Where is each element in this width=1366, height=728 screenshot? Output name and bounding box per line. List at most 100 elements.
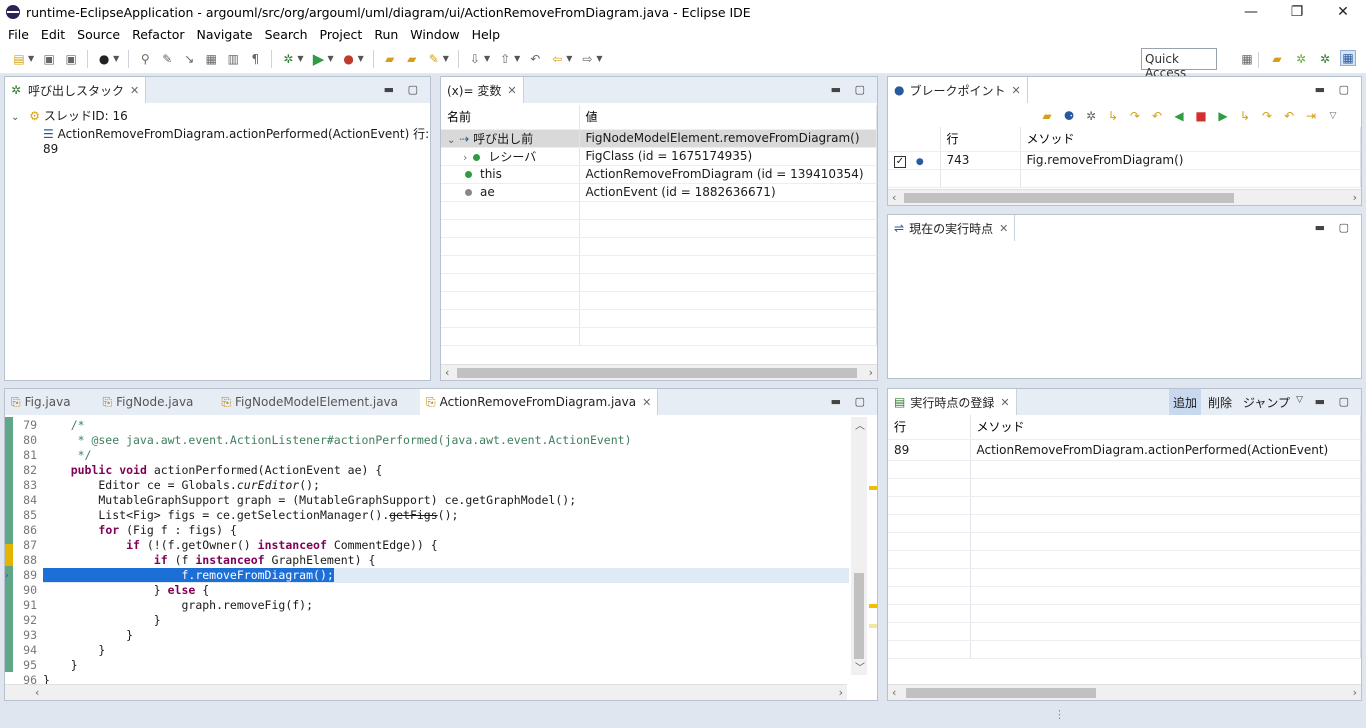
view-menu-icon[interactable]: ▽ <box>1325 108 1341 124</box>
new-icon[interactable]: ▤ <box>11 51 27 67</box>
horizontal-scrollbar[interactable]: ‹ › <box>888 684 1361 700</box>
column-header-line[interactable]: 行 <box>888 415 971 440</box>
menu-project[interactable]: Project <box>314 27 369 42</box>
minimize-icon[interactable]: ▬ <box>384 83 394 96</box>
code-line[interactable]: } <box>43 628 849 643</box>
column-header-name[interactable]: 名前 <box>441 105 580 130</box>
code-line[interactable]: if (!(f.getOwner() instanceof CommentEdg… <box>43 538 849 553</box>
maximize-icon[interactable]: ▢ <box>1339 221 1349 234</box>
minimize-icon[interactable]: ▬ <box>831 83 841 96</box>
quick-access-field[interactable]: Quick Access <box>1141 48 1217 80</box>
chevron-right-icon[interactable]: › <box>463 151 467 164</box>
terminate-icon[interactable]: ■ <box>1193 108 1209 124</box>
tab-exec-log[interactable]: ▤ 実行時点の登録 ✕ <box>888 389 1017 415</box>
menu-window[interactable]: Window <box>404 27 465 42</box>
close-icon[interactable]: ✕ <box>999 222 1008 235</box>
code-line[interactable]: } <box>43 643 849 658</box>
external-tools-icon[interactable]: ● <box>341 51 357 67</box>
java-ee-perspective-icon[interactable]: ▰ <box>1269 51 1285 67</box>
horizontal-scrollbar[interactable]: ‹ › <box>888 189 1361 205</box>
code-line[interactable]: Editor ce = Globals.curEditor(); <box>43 478 849 493</box>
chevron-down-icon[interactable]: ▼ <box>113 54 119 63</box>
close-icon[interactable]: ✕ <box>642 396 651 409</box>
tab-current-point[interactable]: ⇌ 現在の実行時点 ✕ <box>888 215 1016 241</box>
profile-icon[interactable]: ● <box>96 51 112 67</box>
drop-to-frame-icon[interactable]: ⇥ <box>1303 108 1319 124</box>
code-line[interactable]: graph.removeFig(f); <box>43 598 849 613</box>
next-annotation-icon[interactable]: ↘ <box>181 51 197 67</box>
tab-fig-java[interactable]: ⎘ Fig.java <box>5 389 77 415</box>
code-line[interactable]: } <box>43 613 849 628</box>
chevron-down-icon[interactable]: ▼ <box>327 54 333 63</box>
horizontal-scrollbar[interactable]: ‹ › <box>5 684 847 700</box>
stack-frame[interactable]: ☰ ActionRemoveFromDiagram.actionPerforme… <box>43 125 430 156</box>
block-select-icon[interactable]: ▦ <box>203 51 219 67</box>
menu-navigate[interactable]: Navigate <box>191 27 259 42</box>
checkbox[interactable]: ✓ <box>894 155 906 168</box>
remove-icon[interactable]: ⚈ <box>1061 108 1077 124</box>
view-menu-icon[interactable]: ▽ <box>1296 395 1303 405</box>
code-line[interactable]: if (f instanceof GraphElement) { <box>43 553 849 568</box>
table-row[interactable]: › レシーバ FigClass (id = 1675174935) <box>441 147 877 166</box>
code-line[interactable]: for (Fig f : figs) { <box>43 523 849 538</box>
maximize-icon[interactable]: ▢ <box>1339 83 1349 96</box>
minimize-icon[interactable]: ▬ <box>1315 83 1325 96</box>
close-icon[interactable]: ✕ <box>1000 396 1009 409</box>
step-back-icon[interactable]: ◀ <box>1171 108 1187 124</box>
tab-actionremovefromdiagram-java[interactable]: ⎘ ActionRemoveFromDiagram.java ✕ <box>420 389 659 415</box>
close-icon[interactable]: ✕ <box>130 84 139 97</box>
step-return-icon[interactable]: ↶ <box>1281 108 1297 124</box>
search-tool-icon[interactable]: ✎ <box>426 51 442 67</box>
tab-fignode-java[interactable]: ⎘ FigNode.java <box>97 389 200 415</box>
jump-button[interactable]: ジャンプ <box>1243 394 1290 411</box>
tab-callstack[interactable]: ✲ 呼び出しスタック ✕ <box>5 77 147 103</box>
debug-perspective-icon[interactable]: ✲ <box>1317 51 1333 67</box>
table-row[interactable]: this ActionRemoveFromDiagram (id = 13941… <box>441 165 877 184</box>
run-icon[interactable]: ▶ <box>310 50 326 68</box>
menu-refactor[interactable]: Refactor <box>126 27 190 42</box>
open-resource-icon[interactable]: ▰ <box>404 51 420 67</box>
last-edit-icon[interactable]: ↶ <box>527 51 543 67</box>
chevron-down-icon[interactable]: ▼ <box>566 54 572 63</box>
maximize-icon[interactable]: ▢ <box>855 83 865 96</box>
minimize-icon[interactable]: ▬ <box>1315 395 1325 408</box>
pilcrow-icon[interactable]: ¶ <box>247 51 263 67</box>
menu-source[interactable]: Source <box>71 27 126 42</box>
table-row[interactable]: ⌄ ⇢ 呼び出し前 FigNodeModelElement.removeFrom… <box>441 129 877 148</box>
save-icon[interactable]: ▣ <box>41 51 57 67</box>
open-perspective-icon[interactable]: ▦ <box>1239 51 1255 67</box>
code-line[interactable]: /* <box>43 418 849 433</box>
delete-button[interactable]: 削除 <box>1208 394 1232 411</box>
code-area[interactable]: 79 /* 80 * @see java.awt.event.ActionList… <box>5 417 851 687</box>
close-icon[interactable]: ✕ <box>507 84 516 97</box>
minimize-icon[interactable]: ▬ <box>1315 221 1325 234</box>
code-line[interactable]: */ <box>43 448 849 463</box>
step-into-icon[interactable]: ↳ <box>1237 108 1253 124</box>
tab-fignodemodelelement-java[interactable]: ⎘ FigNodeModelElement.java <box>215 389 404 415</box>
previous-edit-icon[interactable]: ⇧ <box>497 51 513 67</box>
chevron-down-icon[interactable]: ▼ <box>297 54 303 63</box>
save-all-icon[interactable]: ▣ <box>63 51 79 67</box>
java-perspective-icon[interactable]: ✲ <box>1293 51 1309 67</box>
close-icon[interactable]: ✕ <box>1012 84 1021 97</box>
chevron-down-icon[interactable]: ▼ <box>514 54 520 63</box>
step-over-icon[interactable]: ↷ <box>1259 108 1275 124</box>
code-line[interactable]: } else { <box>43 583 849 598</box>
restore-button[interactable]: ❐ <box>1274 0 1320 24</box>
column-header-line[interactable]: 行 <box>940 127 1021 152</box>
minimize-icon[interactable]: ▬ <box>831 395 841 408</box>
horizontal-scrollbar[interactable]: ‹ › <box>441 364 877 380</box>
chevron-down-icon[interactable]: ⌄ <box>447 135 455 146</box>
chevron-down-icon[interactable]: ▼ <box>484 54 490 63</box>
maximize-icon[interactable]: ▢ <box>855 395 865 408</box>
code-line[interactable]: * @see java.awt.event.ActionListener#act… <box>43 433 849 448</box>
table-row[interactable]: 89 ActionRemoveFromDiagram.actionPerform… <box>888 439 1361 461</box>
show-whitespace-icon[interactable]: ▥ <box>225 51 241 67</box>
chevron-down-icon[interactable]: ▼ <box>443 54 449 63</box>
chevron-down-icon[interactable]: ▼ <box>28 54 34 63</box>
chevron-down-icon[interactable]: ⌄ <box>11 112 19 123</box>
tab-variables[interactable]: (x)= 変数 ✕ <box>441 77 524 103</box>
code-line[interactable]: public void actionPerformed(ActionEvent … <box>43 463 849 478</box>
mark-icon[interactable]: ✎ <box>159 51 175 67</box>
column-header-value[interactable]: 値 <box>579 105 877 130</box>
